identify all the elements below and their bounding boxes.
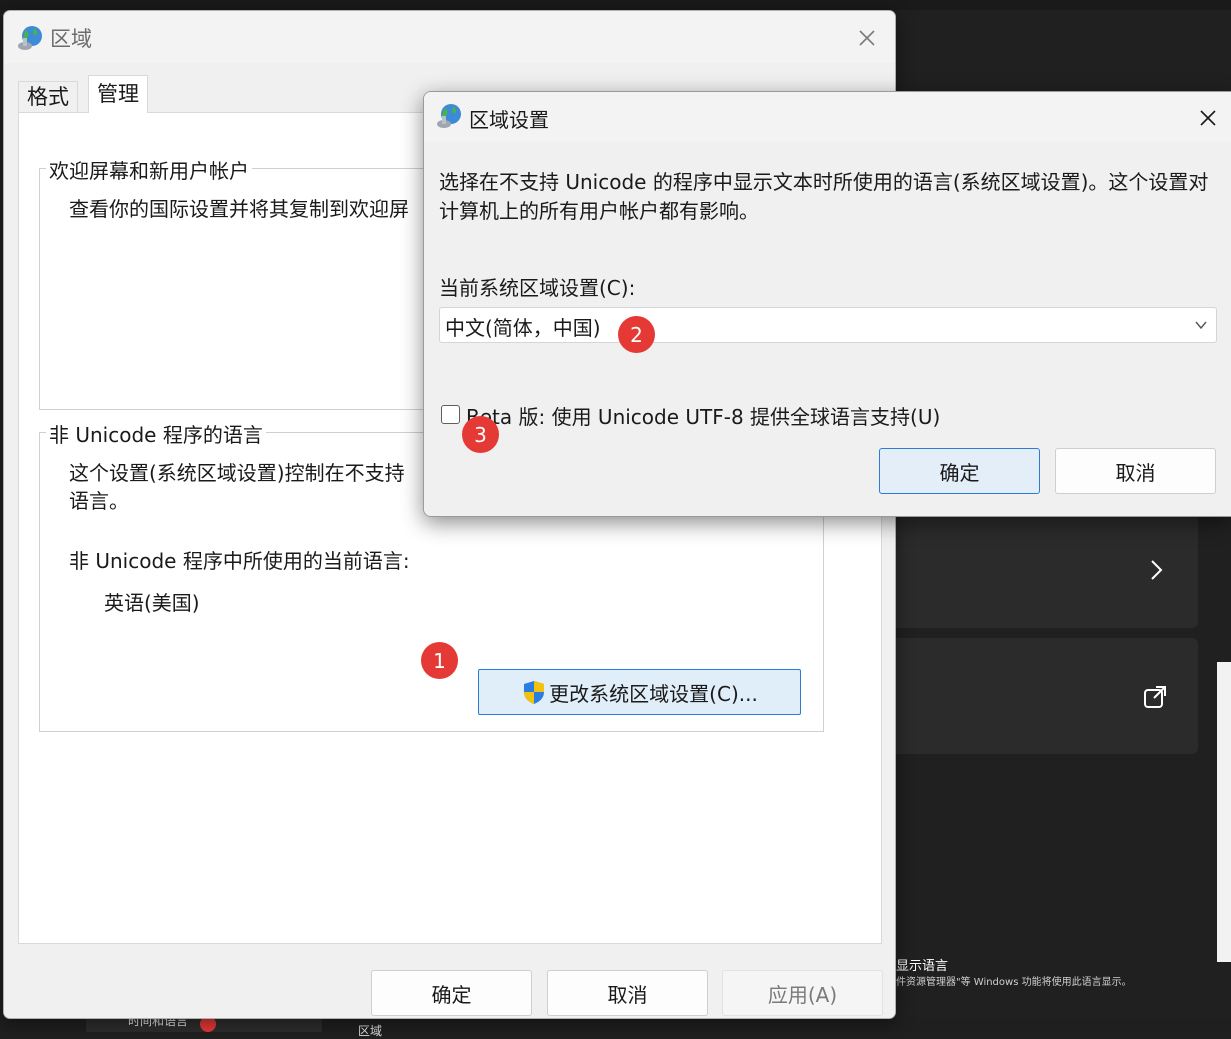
region-cancel-button[interactable]: 取消: [547, 970, 708, 1016]
globe-icon: [437, 104, 461, 128]
region-dialog-titlebar: 区域: [4, 11, 895, 63]
beta-utf8-label[interactable]: Beta 版: 使用 Unicode UTF-8 提供全球语言支持(U): [466, 401, 940, 430]
region-apply-button[interactable]: 应用(A): [722, 970, 883, 1016]
system-locale-value: 中文(简体，中国): [445, 316, 601, 340]
background-language-title: 显示语言: [896, 959, 949, 974]
step-marker-2: 2: [618, 316, 655, 353]
chevron-down-icon: [1195, 321, 1207, 330]
non-unicode-group-title: 非 Unicode 程序的语言: [46, 419, 266, 448]
background-region-label: 区域: [358, 1024, 383, 1038]
current-language-value: 英语(美国): [104, 591, 200, 615]
open-external-icon: [1144, 686, 1166, 708]
close-icon[interactable]: [1196, 106, 1220, 130]
welcome-group-title: 欢迎屏幕和新用户帐户: [46, 155, 252, 184]
non-unicode-desc-line1: 这个设置(系统区域设置)控制在不支持: [69, 461, 405, 485]
tab-format[interactable]: 格式: [18, 81, 78, 113]
region-settings-titlebar: 区域设置: [424, 92, 1231, 142]
globe-icon: [18, 26, 42, 50]
uac-shield-icon: [524, 681, 545, 704]
chevron-right-icon: [1151, 560, 1163, 580]
step-marker-1: 1: [421, 642, 458, 679]
region-ok-button[interactable]: 确定: [371, 970, 532, 1016]
change-system-locale-button[interactable]: 更改系统区域设置(C)...: [478, 669, 801, 715]
change-system-locale-label: 更改系统区域设置(C)...: [549, 681, 758, 706]
system-locale-dropdown[interactable]: 中文(简体，中国): [439, 307, 1217, 343]
current-language-label: 非 Unicode 程序中所使用的当前语言:: [69, 549, 410, 573]
tab-administrative[interactable]: 管理: [88, 75, 148, 113]
background-panel-edge: [1217, 662, 1231, 962]
background-topbar: [0, 0, 1231, 10]
region-settings-cancel-button[interactable]: 取消: [1055, 448, 1216, 494]
step-marker-3: 3: [462, 416, 499, 453]
region-settings-body: 选择在不支持 Unicode 的程序中显示文本时所使用的语言(系统区域设置)。这…: [424, 142, 1231, 516]
current-system-locale-label: 当前系统区域设置(C):: [439, 276, 636, 300]
beta-utf8-checkbox[interactable]: [441, 405, 460, 424]
region-settings-ok-button[interactable]: 确定: [879, 448, 1040, 494]
welcome-group-text: 查看你的国际设置并将其复制到欢迎屏: [69, 197, 409, 221]
region-settings-dialog: 区域设置 选择在不支持 Unicode 的程序中显示文本时所使用的语言(系统区域…: [423, 91, 1231, 517]
region-settings-description: 选择在不支持 Unicode 的程序中显示文本时所使用的语言(系统区域设置)。这…: [439, 170, 1209, 223]
non-unicode-desc-line2: 语言。: [69, 489, 129, 513]
region-dialog-title: 区域: [50, 27, 92, 51]
close-icon[interactable]: [854, 25, 880, 51]
region-settings-title: 区域设置: [469, 108, 549, 132]
background-language-subtitle: 件资源管理器"等 Windows 功能将使用此语言显示。: [896, 977, 1132, 988]
